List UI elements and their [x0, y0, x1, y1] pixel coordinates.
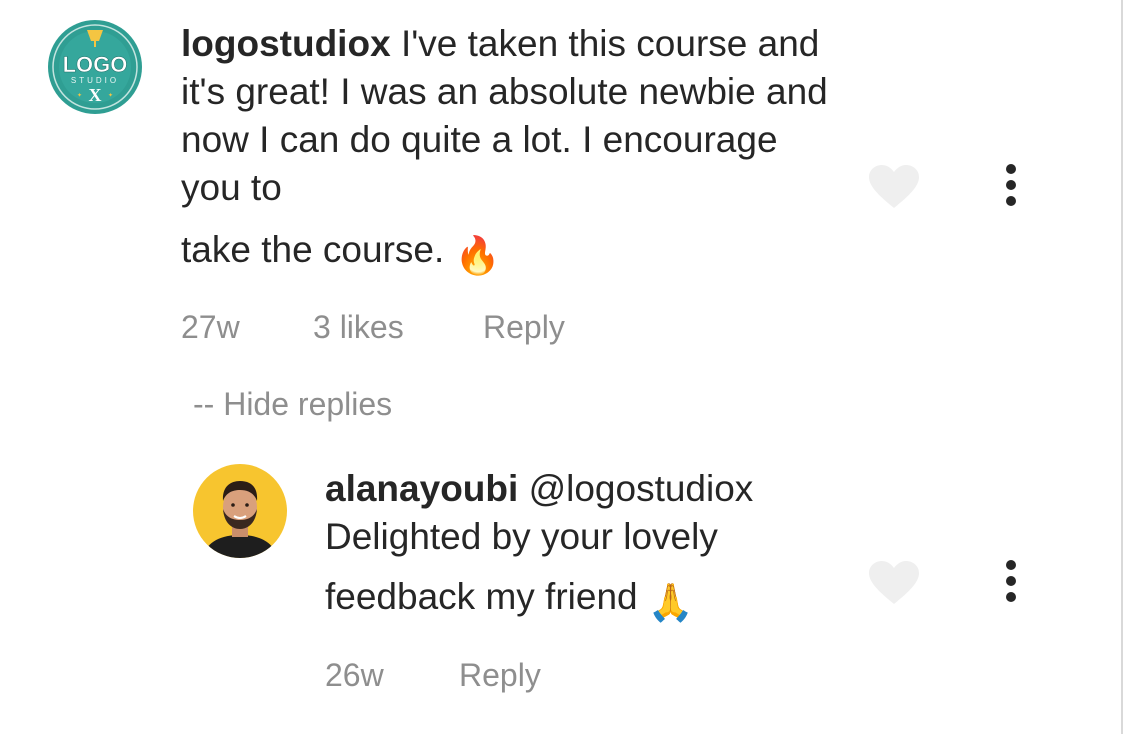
reply-like-button[interactable] — [868, 560, 920, 606]
comment-likes-count[interactable]: 3 likes — [313, 309, 483, 346]
comment-meta: 27w 3 likes Reply — [181, 309, 565, 346]
svg-text:✦: ✦ — [108, 92, 113, 99]
fire-emoji-icon: 🔥 — [454, 235, 501, 276]
comment-body-part2: take the course. — [181, 229, 445, 270]
comment-reply-button[interactable]: Reply — [483, 309, 565, 346]
reply-body-part1: Delighted by your lovely — [325, 516, 718, 557]
logo-studio-x-icon: LOGO STUDIO X ✦ ✦ — [48, 20, 142, 114]
praying-hands-emoji-icon: 🙏 — [647, 582, 694, 623]
hide-replies-button[interactable]: -- Hide replies — [193, 386, 392, 423]
logo-text: LOGO — [63, 52, 128, 77]
reply-body-part2: feedback my friend — [325, 576, 638, 617]
reply-mention-link[interactable]: @logostudiox — [529, 468, 754, 509]
comment-timestamp: 27w — [181, 309, 240, 345]
right-border — [1121, 0, 1123, 734]
more-vertical-icon — [1006, 164, 1016, 206]
comment-username[interactable]: logostudiox — [181, 23, 391, 64]
logo-subtext: STUDIO — [71, 76, 119, 85]
reply-username[interactable]: alanayoubi — [325, 468, 518, 509]
logo-letter: X — [89, 85, 102, 105]
comment-text: logostudiox I've taken this course and i… — [181, 20, 841, 280]
heart-icon — [869, 561, 919, 604]
avatar-logostudiox[interactable]: LOGO STUDIO X ✦ ✦ — [47, 19, 143, 115]
heart-icon — [869, 165, 919, 208]
reply-reply-button[interactable]: Reply — [459, 657, 541, 694]
reply-more-button[interactable] — [1001, 559, 1021, 603]
svg-text:✦: ✦ — [77, 92, 82, 99]
reply-meta: 26w Reply — [325, 657, 541, 694]
reply-text: alanayoubi @logostudiox Delighted by you… — [325, 465, 845, 627]
person-avatar-icon — [193, 464, 287, 558]
comment-more-button[interactable] — [1001, 163, 1021, 207]
comment-like-button[interactable] — [868, 164, 920, 210]
reply-timestamp: 26w — [325, 657, 384, 693]
avatar-alanayoubi[interactable] — [192, 463, 288, 559]
more-vertical-icon — [1006, 560, 1016, 602]
